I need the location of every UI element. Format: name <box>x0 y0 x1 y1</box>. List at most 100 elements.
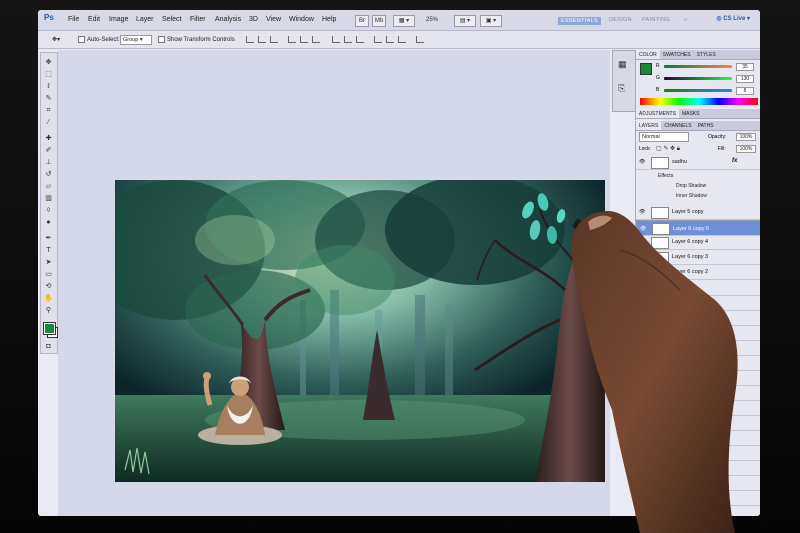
distribute-center-icon[interactable] <box>344 36 352 43</box>
effect-inner-shadow[interactable]: Inner Shadow <box>676 193 707 199</box>
hand-tool-icon[interactable]: ✋ <box>44 295 53 302</box>
g-slider[interactable] <box>664 77 732 80</box>
workspace-essentials[interactable]: ESSENTIALS <box>558 17 601 25</box>
tab-masks[interactable]: MASKS <box>679 109 703 118</box>
foreground-color-swatch[interactable] <box>43 322 56 335</box>
type-tool-icon[interactable]: T <box>44 247 53 254</box>
screen-mode-dropdown[interactable]: ▣ ▾ <box>480 15 502 27</box>
history-icon[interactable]: ⎘ <box>618 83 625 94</box>
menu-analysis[interactable]: Analysis <box>215 16 241 23</box>
cs-live-button[interactable]: ◎ CS Live ▾ <box>716 15 750 22</box>
show-transform-checkbox[interactable]: Show Transform Controls <box>158 36 235 43</box>
history-brush-tool-icon[interactable]: ↺ <box>44 171 53 178</box>
r-value[interactable]: 35 <box>736 63 754 71</box>
tab-swatches[interactable]: SWATCHES <box>660 50 694 59</box>
tab-layers[interactable]: LAYERS <box>636 121 662 130</box>
tab-channels[interactable]: CHANNELS <box>661 121 694 130</box>
visibility-eye-icon[interactable]: 👁︎ <box>639 269 645 275</box>
menu-select[interactable]: Select <box>162 16 181 23</box>
histogram-icon[interactable]: ▦ <box>618 59 627 70</box>
tab-styles[interactable]: STYLES <box>694 50 719 59</box>
r-slider[interactable] <box>664 65 732 68</box>
distribute-right-icon[interactable] <box>398 36 406 43</box>
shape-tool-icon[interactable]: ▭ <box>44 271 53 278</box>
align-top-icon[interactable] <box>246 36 254 43</box>
layer-row-layer-5-copy[interactable]: 👁︎ Layer 5 copy <box>636 205 760 220</box>
effect-drop-shadow[interactable]: Drop Shadow <box>676 183 706 189</box>
color-panel-foreground-swatch[interactable] <box>640 63 652 75</box>
align-left-icon[interactable] <box>288 36 296 43</box>
auto-select-checkbox[interactable]: Auto-Select: <box>78 36 120 43</box>
menu-window[interactable]: Window <box>289 16 314 23</box>
path-selection-tool-icon[interactable]: ➤ <box>44 259 53 266</box>
color-spectrum-bar[interactable] <box>640 98 758 105</box>
arrange-documents-dropdown[interactable]: ▤ ▾ <box>454 15 476 27</box>
bridge-button[interactable]: Br <box>355 15 369 27</box>
forest-painting-canvas[interactable] <box>115 180 605 482</box>
blend-mode-dropdown[interactable]: Normal <box>639 132 689 142</box>
move-tool-icon[interactable]: ✥ <box>44 59 53 66</box>
distribute-bottom-icon[interactable] <box>356 36 364 43</box>
align-bottom-icon[interactable] <box>270 36 278 43</box>
workspace-design[interactable]: DESIGN <box>609 17 632 23</box>
g-value[interactable]: 130 <box>736 75 754 83</box>
marquee-tool-icon[interactable]: ⬚ <box>44 71 53 78</box>
menu-3d[interactable]: 3D <box>249 16 258 23</box>
lasso-tool-icon[interactable]: ℓ <box>44 83 53 90</box>
layer-row-layer-6-copy-4[interactable]: 👁︎ Layer 6 copy 4 <box>636 235 760 250</box>
eraser-tool-icon[interactable]: ▱ <box>44 183 53 190</box>
view-extras-dropdown[interactable]: ▦ ▾ <box>393 15 415 27</box>
menu-view[interactable]: View <box>266 16 281 23</box>
auto-align-icon[interactable] <box>416 36 424 43</box>
auto-select-dropdown[interactable]: Group ▾ <box>120 35 152 45</box>
visibility-eye-icon[interactable]: 👁︎ <box>639 239 645 245</box>
crop-tool-icon[interactable]: ⌗ <box>44 107 53 114</box>
tab-color[interactable]: COLOR <box>636 50 660 59</box>
menu-help[interactable]: Help <box>322 16 336 23</box>
visibility-eye-icon[interactable]: 👁︎ <box>640 225 646 233</box>
gradient-tool-icon[interactable]: ▥ <box>44 195 53 202</box>
menu-filter[interactable]: Filter <box>190 16 206 23</box>
healing-brush-tool-icon[interactable]: ✚ <box>44 135 53 142</box>
align-right-icon[interactable] <box>312 36 320 43</box>
quick-select-tool-icon[interactable]: ✎ <box>44 95 53 102</box>
b-slider[interactable] <box>664 89 732 92</box>
layer-row-layer-6-copy-3[interactable]: 👁︎ Layer 6 copy 3 <box>636 250 760 265</box>
move-tool-preset-icon[interactable]: ✥▾ <box>52 36 60 43</box>
brush-tool-icon[interactable]: ✐ <box>44 147 53 154</box>
pen-tool-icon[interactable]: ✒ <box>44 235 53 242</box>
dodge-tool-icon[interactable]: ● <box>44 219 53 226</box>
visibility-eye-icon[interactable]: 👁︎ <box>639 209 645 215</box>
b-value[interactable]: 8 <box>736 87 754 95</box>
blur-tool-icon[interactable]: ◊ <box>44 207 53 214</box>
zoom-tool-icon[interactable]: ⚲ <box>44 307 53 314</box>
zoom-level[interactable]: 25% <box>420 15 444 25</box>
eyedropper-tool-icon[interactable]: ⁄ <box>44 119 53 126</box>
layer-row-layer-6-copy-5[interactable]: 👁︎ Layer 6 copy 5 <box>636 220 760 236</box>
visibility-eye-icon[interactable]: 👁︎ <box>639 254 645 260</box>
menu-file[interactable]: File <box>68 16 79 23</box>
workspace-painting[interactable]: PAINTING <box>642 17 670 23</box>
align-vertical-center-icon[interactable] <box>258 36 266 43</box>
layer-row-layer-6-copy-2[interactable]: 👁︎ Layer 6 copy 2 <box>636 265 760 280</box>
quick-mask-icon[interactable]: ◘ <box>44 343 53 350</box>
distribute-top-icon[interactable] <box>332 36 340 43</box>
opacity-value[interactable]: 100% <box>736 133 756 141</box>
tab-paths[interactable]: PATHS <box>695 121 717 130</box>
distribute-hcenter-icon[interactable] <box>386 36 394 43</box>
minibridge-button[interactable]: Mb <box>372 15 386 27</box>
workspace-more-icon[interactable]: » <box>684 17 687 23</box>
tab-adjustments[interactable]: ADJUSTMENTS <box>636 109 679 118</box>
lock-icons[interactable]: ▢ ✎ ✥ 🔒︎ <box>656 145 680 153</box>
fill-value[interactable]: 100% <box>736 145 756 153</box>
layer-fx-icon[interactable]: fx <box>732 158 737 164</box>
menu-edit[interactable]: Edit <box>88 16 100 23</box>
3d-rotate-tool-icon[interactable]: ⟲ <box>44 283 53 290</box>
clone-stamp-tool-icon[interactable]: ⊥ <box>44 159 53 166</box>
menu-image[interactable]: Image <box>109 16 128 23</box>
layer-row-sadhu[interactable]: 👁︎ sadhu fx <box>636 155 760 170</box>
visibility-eye-icon[interactable]: 👁︎ <box>639 159 645 165</box>
menu-layer[interactable]: Layer <box>136 16 154 23</box>
align-horizontal-center-icon[interactable] <box>300 36 308 43</box>
distribute-left-icon[interactable] <box>374 36 382 43</box>
